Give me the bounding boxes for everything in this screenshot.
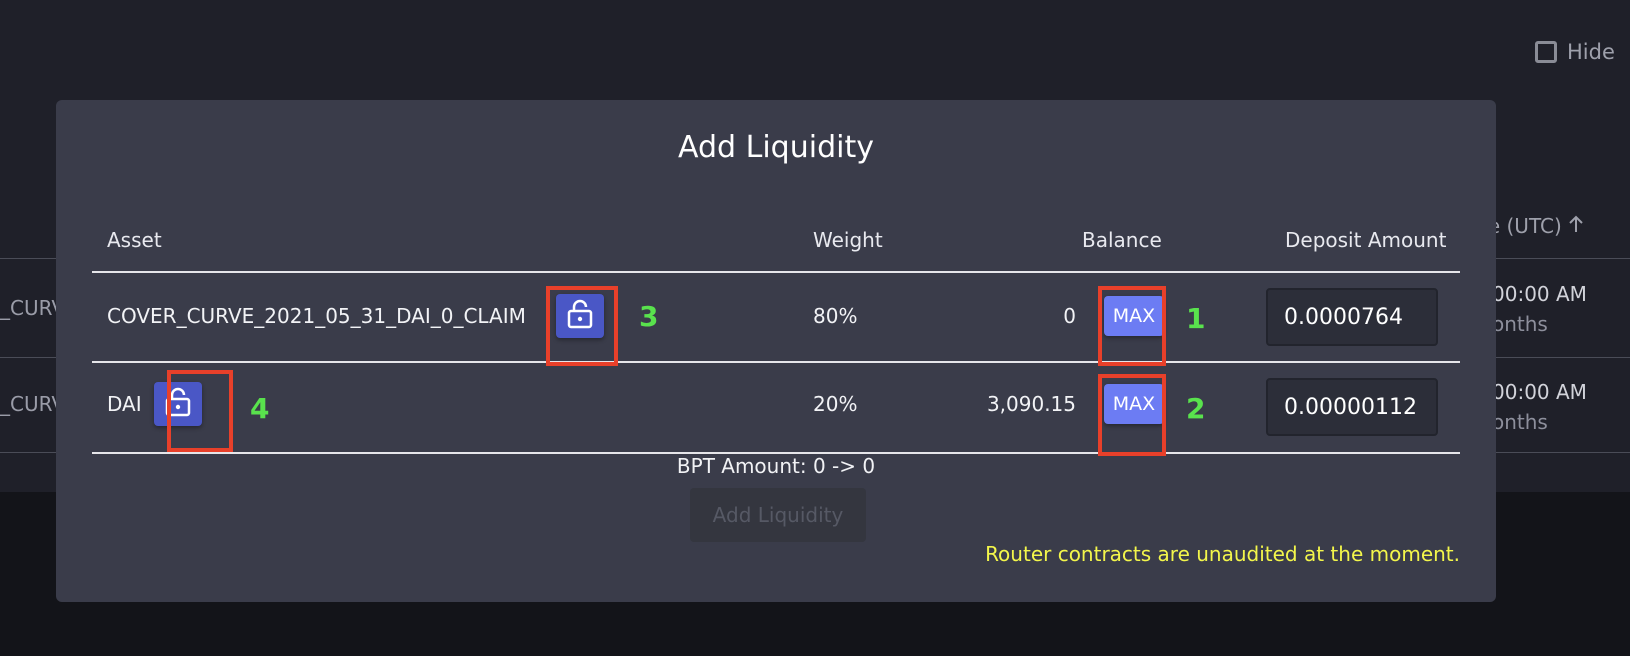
hide-toggle[interactable]: Hide bbox=[1535, 40, 1615, 64]
table-divider bbox=[92, 361, 1460, 363]
balance-value: 0 bbox=[1063, 304, 1076, 328]
annotation-box bbox=[1098, 374, 1166, 456]
deposit-amount-input[interactable] bbox=[1266, 288, 1438, 346]
background-row-time: 00:00 AM bbox=[1492, 282, 1587, 306]
annotation-marker: 2 bbox=[1186, 392, 1206, 425]
deposit-column-header: Deposit Amount bbox=[1285, 228, 1447, 252]
annotation-marker: 1 bbox=[1186, 302, 1206, 335]
annotation-box bbox=[167, 370, 233, 452]
balance-column-header: Balance bbox=[1082, 228, 1162, 252]
annotation-box bbox=[546, 286, 618, 366]
asset-column-header: Asset bbox=[107, 228, 162, 252]
audit-warning: Router contracts are unaudited at the mo… bbox=[985, 542, 1460, 566]
weight-value: 80% bbox=[813, 304, 858, 328]
hide-label: Hide bbox=[1567, 40, 1615, 64]
modal-title: Add Liquidity bbox=[678, 130, 874, 165]
background-row-subtext: onths bbox=[1492, 312, 1548, 336]
annotation-marker: 3 bbox=[639, 300, 659, 333]
asset-name: DAI bbox=[107, 392, 142, 416]
add-liquidity-button[interactable]: Add Liquidity bbox=[690, 488, 866, 542]
weight-column-header: Weight bbox=[813, 228, 883, 252]
table-divider bbox=[92, 271, 1460, 273]
annotation-marker: 4 bbox=[250, 392, 270, 425]
deposit-amount-input[interactable] bbox=[1266, 378, 1438, 436]
annotation-box bbox=[1098, 286, 1166, 366]
balance-value: 3,090.15 bbox=[986, 392, 1076, 416]
background-row-time: 00:00 AM bbox=[1492, 380, 1587, 404]
background-row-subtext: onths bbox=[1492, 410, 1548, 434]
bpt-amount: BPT Amount: 0 -> 0 bbox=[676, 454, 876, 478]
add-liquidity-modal: Add Liquidity Asset Weight Balance Depos… bbox=[56, 100, 1496, 602]
arrow-up-icon bbox=[1568, 214, 1584, 238]
hide-checkbox[interactable] bbox=[1535, 41, 1557, 63]
weight-value: 20% bbox=[813, 392, 858, 416]
asset-name: COVER_CURVE_2021_05_31_DAI_0_CLAIM bbox=[107, 304, 526, 328]
